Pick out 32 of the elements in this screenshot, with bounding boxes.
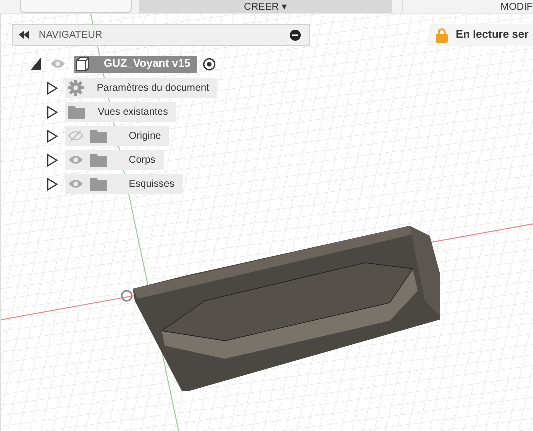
component-name: GUZ_Voyant v15 bbox=[104, 58, 191, 70]
collapsed-triangle-icon[interactable] bbox=[47, 154, 58, 166]
toolbar-tab[interactable]: MODIF bbox=[402, 0, 533, 13]
tree-item[interactable]: Origine bbox=[65, 126, 170, 146]
tree-item[interactable]: Paramètres du document bbox=[65, 78, 218, 98]
tree-item[interactable]: Vues existantes bbox=[65, 102, 176, 122]
collapsed-triangle-icon[interactable] bbox=[47, 106, 58, 118]
viewport-canvas[interactable]: NAVIGATEUR GUZ_Voyant v15 Paramètres du document Vues existantes Origine Corps Esquisses En lecture ser bbox=[0, 14, 533, 431]
tree-item-label: Origine bbox=[129, 130, 162, 142]
folder-icon bbox=[68, 106, 85, 118]
gear-icon bbox=[68, 80, 84, 96]
tree-item-label: Esquisses bbox=[129, 178, 175, 190]
navigator-title: NAVIGATEUR bbox=[39, 30, 104, 40]
tree-item-label: Paramètres du document bbox=[97, 82, 210, 94]
collapsed-triangle-icon[interactable] bbox=[47, 178, 58, 190]
collapsed-triangle-icon[interactable] bbox=[47, 82, 58, 94]
minus-icon[interactable] bbox=[290, 30, 301, 40]
expanded-triangle-icon[interactable] bbox=[31, 58, 42, 70]
active-radio-icon[interactable] bbox=[202, 58, 216, 70]
tree-item[interactable]: Corps bbox=[65, 150, 164, 170]
banner-text: En lecture ser bbox=[456, 29, 529, 41]
lock-icon bbox=[436, 28, 448, 42]
tree-item-label: Vues existantes bbox=[98, 106, 168, 118]
folder-icon bbox=[90, 178, 107, 190]
tree-item-label: Corps bbox=[129, 154, 156, 166]
collapsed-triangle-icon[interactable] bbox=[47, 130, 58, 142]
cube-icon bbox=[76, 56, 90, 72]
tree-item[interactable]: Esquisses bbox=[65, 174, 183, 194]
collapse-icon[interactable] bbox=[19, 31, 29, 39]
toolbar-tab[interactable]: CREER ▾ bbox=[139, 0, 392, 13]
folder-icon bbox=[90, 154, 107, 166]
folder-icon bbox=[90, 130, 107, 142]
